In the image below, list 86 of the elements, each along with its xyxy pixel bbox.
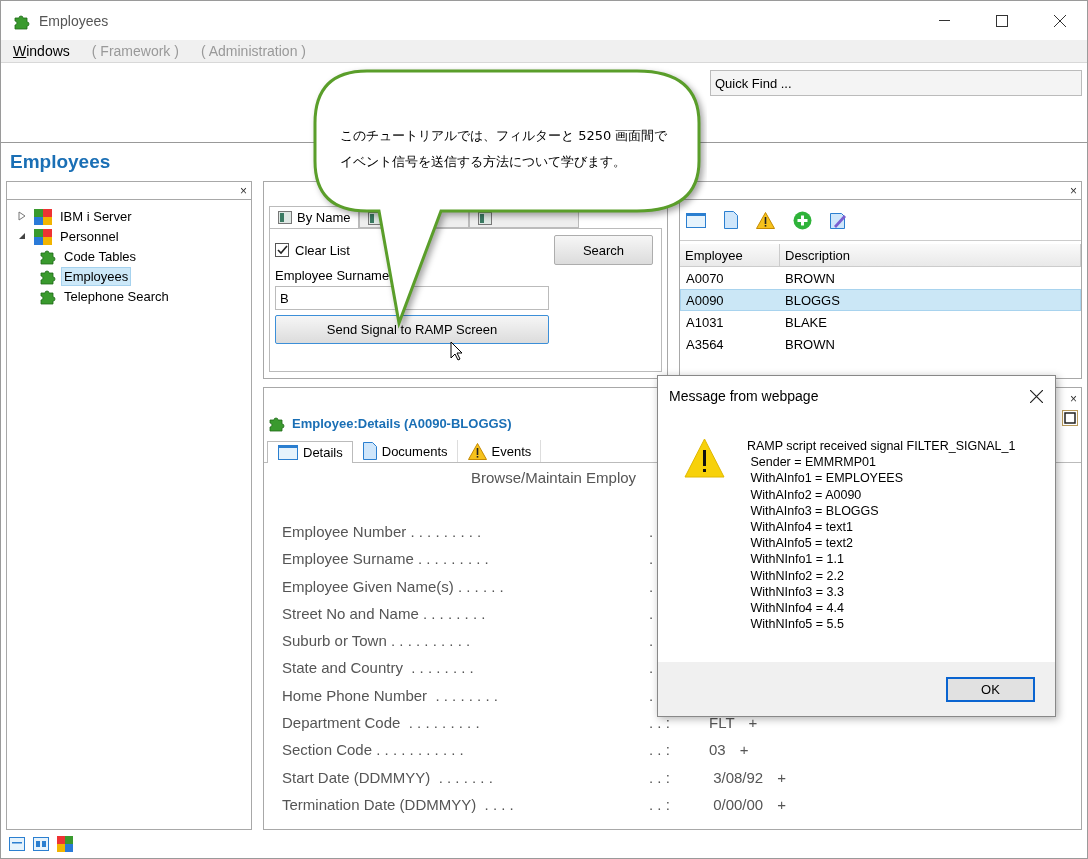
field-separator: . <box>649 658 655 679</box>
field-label: Home Phone Number . . . . . . . . <box>282 685 499 706</box>
prompt-mark: + <box>777 767 786 788</box>
field-label: Start Date (DDMMYY) . . . . . . . <box>282 767 494 788</box>
colorful-grid-icon[interactable] <box>57 836 73 852</box>
field-separator: . <box>649 631 655 652</box>
search-button[interactable]: Search <box>554 235 653 265</box>
puzzle-icon <box>39 267 57 285</box>
field-separator: . . : <box>649 713 671 734</box>
tree-item[interactable]: Code Tables <box>61 246 140 266</box>
window-icon[interactable] <box>33 837 49 851</box>
field-value: FLT <box>709 713 735 734</box>
field-label: Employee Given Name(s) . . . . . . <box>282 576 505 597</box>
menu-item[interactable]: Windows <box>13 43 70 59</box>
close-icon[interactable] <box>1054 14 1066 27</box>
table-row[interactable]: A0090 BLOGGS <box>680 289 1081 311</box>
document-icon <box>724 211 738 229</box>
field-value: 3/08/92 <box>712 767 764 788</box>
ok-button[interactable]: OK <box>946 676 1035 702</box>
maximize-icon[interactable] <box>996 14 1008 27</box>
puzzle-icon <box>39 287 57 305</box>
document-icon <box>362 442 377 460</box>
field-separator: . . : <box>649 794 671 815</box>
minimize-icon[interactable] <box>938 19 950 22</box>
field-label: Section Code . . . . . . . . . . . <box>282 740 465 761</box>
tree-item[interactable]: Telephone Search <box>61 286 172 306</box>
mouse-cursor-icon <box>450 341 464 361</box>
field-label: State and Country . . . . . . . . <box>282 658 475 679</box>
warning-icon <box>467 442 487 460</box>
page-heading: Employees <box>10 150 111 174</box>
details-title: Employee:Details (A0090-BLOGGS) <box>292 415 512 431</box>
dialog-title: Message from webpage <box>669 388 819 404</box>
window-icon <box>686 212 706 228</box>
field-label: Street No and Name . . . . . . . . <box>282 603 487 624</box>
field-value: 03 <box>709 740 726 761</box>
form-icon <box>278 211 292 224</box>
field-label: Employee Number . . . . . . . . . <box>282 522 483 542</box>
window-icon <box>278 445 298 460</box>
screen-heading: Browse/Maintain Employ <box>471 469 637 486</box>
window-icon[interactable] <box>9 837 25 851</box>
puzzle-icon <box>268 414 286 432</box>
field-label: Termination Date (DDMMYY) . . . . <box>282 794 515 815</box>
field-separator: . <box>649 576 655 597</box>
details-tab[interactable]: Details <box>267 441 353 463</box>
field-label: Employee Surname . . . . . . . . . <box>282 549 490 570</box>
edit-icon[interactable] <box>830 211 847 229</box>
colorful-puzzle-icon <box>33 206 53 226</box>
send-signal-button[interactable]: Send Signal to RAMP Screen <box>275 315 549 344</box>
field-separator: . <box>649 549 655 570</box>
surname-field[interactable]: B <box>275 286 549 310</box>
field-separator: . <box>649 603 655 624</box>
close-icon[interactable] <box>1030 389 1043 403</box>
column-header[interactable]: Employee <box>680 244 780 266</box>
field-label: Department Code . . . . . . . . . <box>282 713 481 734</box>
field-separator: . . : <box>649 767 671 788</box>
colorful-puzzle-icon <box>33 226 53 246</box>
prompt-mark: + <box>739 740 749 761</box>
prompt-mark: + <box>748 713 758 734</box>
field-separator: . . : <box>649 740 671 761</box>
warning-icon <box>756 211 775 229</box>
expand-arrow-icon[interactable] <box>18 211 26 221</box>
tree-item[interactable]: Employees <box>61 266 132 286</box>
field-label: Suburb or Town . . . . . . . . . . <box>282 631 472 652</box>
field-value: 0/00/00 <box>712 794 764 815</box>
filter-tab[interactable]: By Name <box>269 206 360 228</box>
tree-item[interactable]: IBM i Server <box>57 206 135 226</box>
warning-icon <box>684 438 725 478</box>
quick-find-field[interactable]: Quick Find ... <box>710 70 1082 96</box>
restore-icon[interactable] <box>1062 410 1078 426</box>
prompt-mark: + <box>777 794 786 815</box>
close-icon[interactable]: × <box>1070 393 1077 405</box>
message-text: RAMP script received signal FILTER_SIGNAL_1 Sender = EMMRMP01 WithAInfo1 = EMPLOYEES WithAInfo2 = A0090 WithAInfo3 = BLOGGS WithAInfo4 = text1 WithAInfo5 = text2 WithNInfo1 = 1.1 WithNInfo2 = 2.2 WithNInfo3 = 3.3 WithNInfo4 = 4.4 WithNInfo5 = 5.5 <box>747 438 1016 634</box>
callout-text: このチュートリアルでは、フィルターと 5250 画面間で イベント信号を送信する方法について学びます。 <box>340 127 668 171</box>
field-separator: . <box>649 685 655 706</box>
tree-item[interactable]: Personnel <box>57 226 122 246</box>
puzzle-icon <box>39 247 57 265</box>
add-icon[interactable] <box>793 210 812 230</box>
collapse-arrow-icon[interactable] <box>18 232 26 240</box>
clear-list-checkbox[interactable]: Clear List <box>275 242 350 258</box>
field-label: Employee Surname <box>275 268 390 283</box>
column-header[interactable]: Description <box>780 244 1081 266</box>
checkmark-icon <box>276 245 288 255</box>
field-separator: . <box>649 522 655 542</box>
window-title: Employees <box>39 12 110 29</box>
close-icon[interactable]: × <box>240 184 247 197</box>
close-icon[interactable]: × <box>1070 184 1077 197</box>
